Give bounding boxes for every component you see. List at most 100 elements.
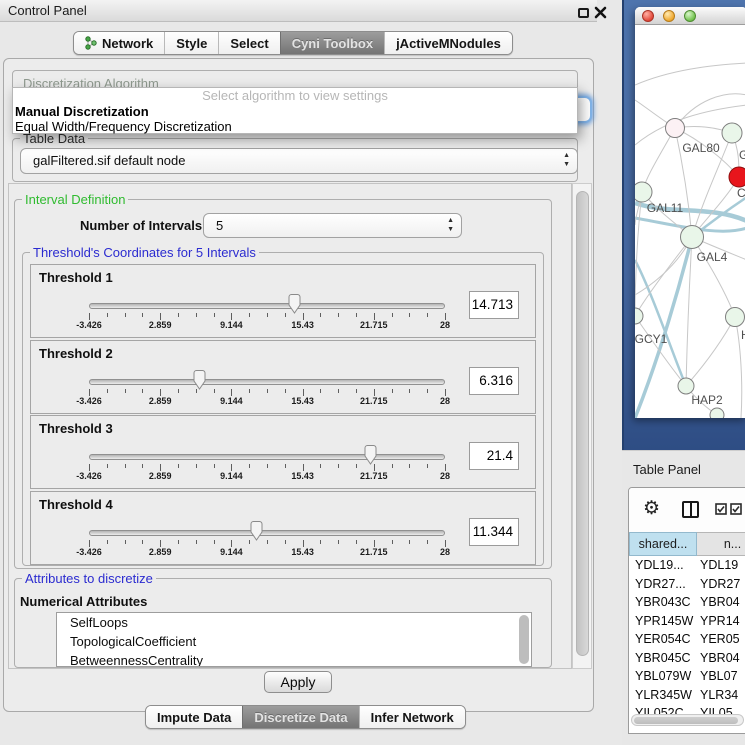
column-header-name[interactable]: n... [697,532,745,556]
tick-major [374,540,375,547]
tick-label: 28 [440,471,450,481]
vertical-scrollbar[interactable] [572,183,592,669]
algorithm-option-manual-discretization[interactable]: Manual Discretization [13,104,577,119]
tab-style[interactable]: Style [164,32,218,54]
column-header-shared-name[interactable]: shared... [629,532,697,556]
tick-minor [356,389,357,393]
column-layout-icon[interactable] [682,501,699,518]
list-item-betweennesscentrality[interactable]: BetweennessCentrality [57,651,531,667]
tick-minor [409,464,410,468]
algorithm-option-equal-width-frequency-discretization[interactable]: Equal Width/Frequency Discretization [13,119,577,134]
zoom-window-icon[interactable] [684,10,696,22]
table-row[interactable]: YLR345WYLR34 [629,686,745,705]
attributes-group-title: Attributes to discretize [22,571,156,586]
table-row[interactable]: YER054CYER05 [629,630,745,649]
network-node-gcy1[interactable] [635,308,643,324]
tick-minor [285,389,286,393]
tick-minor [107,313,108,317]
cell-name: YLR34 [700,688,738,702]
tick-label: 21.715 [360,547,388,557]
attributes-list[interactable]: SelfLoopsTopologicalCoefficientBetweenne… [56,612,532,667]
slider-handle[interactable] [192,370,207,390]
tab-impute-data[interactable]: Impute Data [146,706,242,728]
network-node[interactable] [726,308,745,327]
close-icon[interactable] [594,6,607,19]
control-panel-title: Control Panel [8,3,87,18]
cell-name: YDL19 [700,558,738,572]
scrollbar-thumb[interactable] [634,717,738,724]
network-node-gal80[interactable] [666,119,685,138]
close-window-icon[interactable] [642,10,654,22]
network-node-hap2[interactable] [678,378,694,394]
apply-button[interactable]: Apply [264,671,332,693]
table-data-value: galFiltered.sif default node [33,153,185,168]
tick-minor [196,540,197,544]
slider-track[interactable] [89,379,445,385]
table-row[interactable]: YDL19...YDL19 [629,556,745,575]
slider-track[interactable] [89,303,445,309]
network-node[interactable] [729,167,745,187]
slider-handle[interactable] [287,294,302,314]
tick-major [160,464,161,471]
tab-network[interactable]: Network [74,32,164,54]
tick-label: 28 [440,396,450,406]
tick-minor [285,313,286,317]
tab-label: Discretize Data [254,710,347,725]
threshold-value-field[interactable]: 11.344 [469,518,519,546]
checkbox-icon[interactable] [730,503,742,515]
table-row[interactable]: YBR045CYBR04 [629,649,745,668]
checkbox-icon[interactable] [715,503,727,515]
threshold-panel-4: Threshold 4-3.4262.8599.14415.4321.71528… [30,491,536,565]
tick-minor [178,540,179,544]
tick-major [89,540,90,547]
network-node-gal11[interactable] [635,182,652,202]
network-canvas[interactable]: GAL80GACGAL11GAL4GCY1HHAP2 [635,25,745,418]
tab-select[interactable]: Select [218,32,279,54]
slider-track[interactable] [89,454,445,460]
tick-minor [320,540,321,544]
tick-minor [142,540,143,544]
tab-cyni-toolbox[interactable]: Cyni Toolbox [280,32,384,54]
tick-minor [356,540,357,544]
tab-infer-network[interactable]: Infer Network [359,706,465,728]
table-row[interactable]: YDR27...YDR27 [629,575,745,594]
list-item-selfloops[interactable]: SelfLoops [57,613,531,632]
num-intervals-label: Number of Intervals [80,218,202,233]
tick-major [160,540,161,547]
tick-major [231,540,232,547]
network-node[interactable] [722,123,742,143]
horizontal-scrollbar[interactable] [631,714,744,726]
num-intervals-combobox[interactable]: 5 ▲▼ [203,213,462,238]
table-row[interactable]: YBR043CYBR04 [629,593,745,612]
threshold-value-field[interactable]: 14.713 [469,291,519,319]
threshold-value-field[interactable]: 21.4 [469,442,519,470]
slider-track[interactable] [89,530,445,536]
table-data-combobox[interactable]: galFiltered.sif default node ▲▼ [20,148,578,174]
tick-minor [409,389,410,393]
list-scrollbar-thumb[interactable] [519,615,529,664]
tab-label: Infer Network [371,710,454,725]
gear-icon[interactable]: ⚙ [643,497,660,520]
scrollbar-thumb[interactable] [576,191,589,656]
table-row[interactable]: YBL079WYBL07 [629,667,745,686]
tick-minor [338,313,339,317]
tab-label: Select [230,36,268,51]
cell-name: YBR04 [700,595,740,609]
cell-name: YBR04 [700,651,740,665]
tick-label: 28 [440,547,450,557]
network-node-gal4[interactable] [681,226,704,249]
network-window-titlebar[interactable] [635,7,745,25]
network-node[interactable] [710,408,724,418]
table-row[interactable]: YPR145WYPR14 [629,612,745,631]
slider-handle[interactable] [363,445,378,465]
tick-minor [338,389,339,393]
float-window-icon[interactable] [578,8,589,18]
tab-discretize-data[interactable]: Discretize Data [242,706,358,728]
tab-jactivemnodules[interactable]: jActiveMNodules [384,32,512,54]
minimize-window-icon[interactable] [663,10,675,22]
tick-minor [249,464,250,468]
slider-handle[interactable] [249,521,264,541]
tick-minor [338,540,339,544]
threshold-value-field[interactable]: 6.316 [469,367,519,395]
list-item-topologicalcoefficient[interactable]: TopologicalCoefficient [57,632,531,651]
